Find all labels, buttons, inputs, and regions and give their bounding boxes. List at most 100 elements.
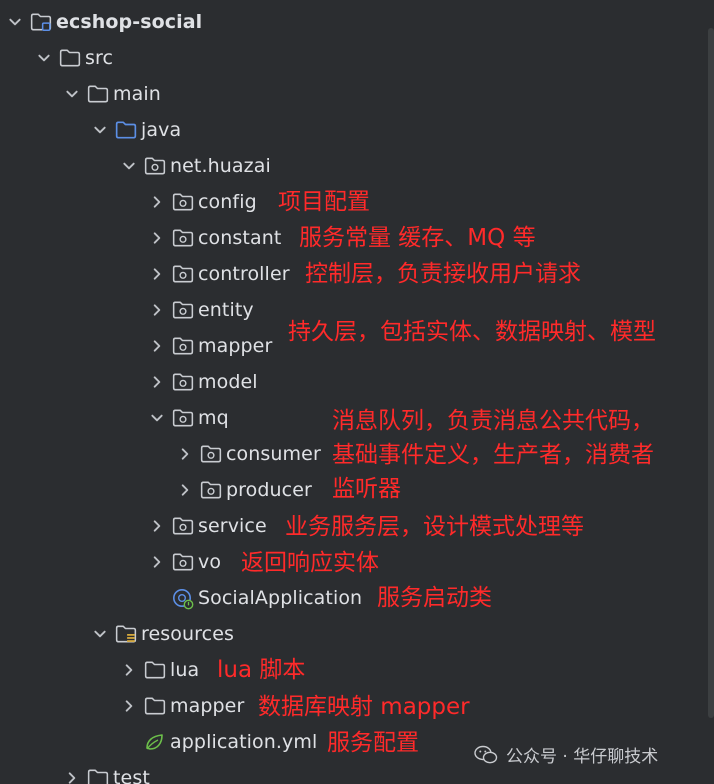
tree-node-net-huazai[interactable]: net.huazai xyxy=(118,148,271,184)
tree-node-label: mq xyxy=(198,407,229,429)
annotation-persistence: 持久层，包括实体、数据映射、模型 xyxy=(288,319,656,345)
tree-node-controller[interactable]: controller xyxy=(146,256,290,292)
chevron-down-icon[interactable] xyxy=(89,112,111,148)
tree-node-application-yml[interactable]: application.yml xyxy=(140,724,317,760)
chevron-right-icon[interactable] xyxy=(118,688,140,724)
tree-node-model[interactable]: model xyxy=(146,364,258,400)
folder-icon xyxy=(87,760,109,784)
annotation-vo: 返回响应实体 xyxy=(241,550,379,576)
package-icon xyxy=(200,436,222,472)
annotation-mq-line3: 监听器 xyxy=(332,476,401,502)
folder-icon xyxy=(87,76,109,112)
tree-node-entity[interactable]: entity xyxy=(146,292,254,328)
wechat-icon xyxy=(474,745,498,765)
tree-node-label: consumer xyxy=(226,443,321,465)
package-icon xyxy=(172,292,194,328)
vertical-scrollbar[interactable] xyxy=(708,28,714,718)
package-icon xyxy=(172,220,194,256)
tree-node-config[interactable]: config xyxy=(146,184,257,220)
tree-node-ecshop-social[interactable]: ecshop-social xyxy=(4,4,202,40)
chevron-right-icon[interactable] xyxy=(146,364,168,400)
tree-node-label: config xyxy=(198,191,257,213)
tree-node-label: controller xyxy=(198,263,290,285)
source-folder-icon xyxy=(115,112,137,148)
tree-node-constant[interactable]: constant xyxy=(146,220,281,256)
chevron-right-icon[interactable] xyxy=(146,328,168,364)
tree-node-label: java xyxy=(141,119,182,141)
package-icon xyxy=(172,184,194,220)
package-icon xyxy=(172,256,194,292)
chevron-right-icon[interactable] xyxy=(174,472,196,508)
package-icon xyxy=(172,544,194,580)
tree-node-src[interactable]: src xyxy=(33,40,113,76)
tree-node-mq[interactable]: mq xyxy=(146,400,229,436)
chevron-right-icon[interactable] xyxy=(146,256,168,292)
tree-node-label: mapper xyxy=(170,695,245,717)
chevron-right-icon[interactable] xyxy=(146,220,168,256)
chevron-down-icon[interactable] xyxy=(118,148,140,184)
project-tree-panel: ecshop-social src main java net.huazai c… xyxy=(0,0,714,784)
tree-node-label: net.huazai xyxy=(170,155,271,177)
folder-icon xyxy=(144,652,166,688)
tree-node-mapper[interactable]: mapper xyxy=(146,328,272,364)
tree-node-label: lua xyxy=(170,659,200,681)
annotation-mq-line1: 消息队列，负责消息公共代码， xyxy=(332,408,654,434)
tree-node-vo[interactable]: vo xyxy=(146,544,221,580)
tree-node-consumer[interactable]: consumer xyxy=(174,436,321,472)
tree-node-label: constant xyxy=(198,227,282,249)
folder-icon xyxy=(144,688,166,724)
chevron-down-icon[interactable] xyxy=(146,400,168,436)
tree-node-social-application[interactable]: SocialApplication xyxy=(168,580,362,616)
annotation-service: 业务服务层，设计模式处理等 xyxy=(285,514,584,540)
chevron-right-icon[interactable] xyxy=(146,544,168,580)
chevron-down-icon[interactable] xyxy=(4,4,26,40)
tree-node-java[interactable]: java xyxy=(89,112,181,148)
chevron-down-icon[interactable] xyxy=(89,616,111,652)
tree-node-test[interactable]: test xyxy=(61,760,150,784)
tree-node-label: ecshop-social xyxy=(56,11,203,33)
tree-node-lua[interactable]: lua xyxy=(118,652,199,688)
tree-node-label: vo xyxy=(198,551,222,573)
tree-node-label: mapper xyxy=(198,335,273,357)
tree-node-service[interactable]: service xyxy=(146,508,267,544)
tree-node-label: test xyxy=(113,767,150,784)
annotation-mq-line2: 基础事件定义，生产者，消费者 xyxy=(332,442,654,468)
tree-node-producer[interactable]: producer xyxy=(174,472,312,508)
package-icon xyxy=(172,508,194,544)
resources-folder-icon xyxy=(115,616,137,652)
chevron-down-icon[interactable] xyxy=(61,76,83,112)
chevron-right-icon[interactable] xyxy=(146,292,168,328)
chevron-right-icon[interactable] xyxy=(146,508,168,544)
tree-node-label: application.yml xyxy=(170,731,318,753)
annotation-config: 项目配置 xyxy=(278,189,370,215)
folder-icon xyxy=(59,40,81,76)
package-icon xyxy=(144,148,166,184)
watermark: 公众号 · 华仔聊技术 xyxy=(474,742,658,767)
annotation-constant: 服务常量 缓存、MQ 等 xyxy=(299,225,536,251)
tree-node-main[interactable]: main xyxy=(61,76,161,112)
module-folder-icon xyxy=(30,4,52,40)
tree-node-resources[interactable]: resources xyxy=(89,616,234,652)
chevron-right-icon[interactable] xyxy=(61,760,83,784)
tree-node-label: resources xyxy=(141,623,234,645)
tree-node-resources-mapper[interactable]: mapper xyxy=(118,688,244,724)
tree-node-label: producer xyxy=(226,479,312,501)
tree-node-label: model xyxy=(198,371,258,393)
chevron-right-icon[interactable] xyxy=(174,436,196,472)
chevron-down-icon[interactable] xyxy=(33,40,55,76)
chevron-right-icon[interactable] xyxy=(146,184,168,220)
package-icon xyxy=(172,400,194,436)
watermark-text: 公众号 · 华仔聊技术 xyxy=(506,747,659,767)
annotation-app: 服务启动类 xyxy=(377,585,492,611)
tree-node-label: SocialApplication xyxy=(198,587,363,609)
annotation-controller: 控制层，负责接收用户请求 xyxy=(305,261,581,287)
tree-node-label: src xyxy=(85,47,114,69)
spring-boot-app-icon xyxy=(172,580,194,616)
chevron-right-icon[interactable] xyxy=(118,652,140,688)
annotation-lua: lua 脚本 xyxy=(217,657,306,683)
tree-node-label: entity xyxy=(198,299,254,321)
annotation-res-mapper: 数据库映射 mapper xyxy=(258,694,470,720)
yaml-file-icon xyxy=(144,724,166,760)
package-icon xyxy=(172,364,194,400)
annotation-yml: 服务配置 xyxy=(327,730,419,756)
